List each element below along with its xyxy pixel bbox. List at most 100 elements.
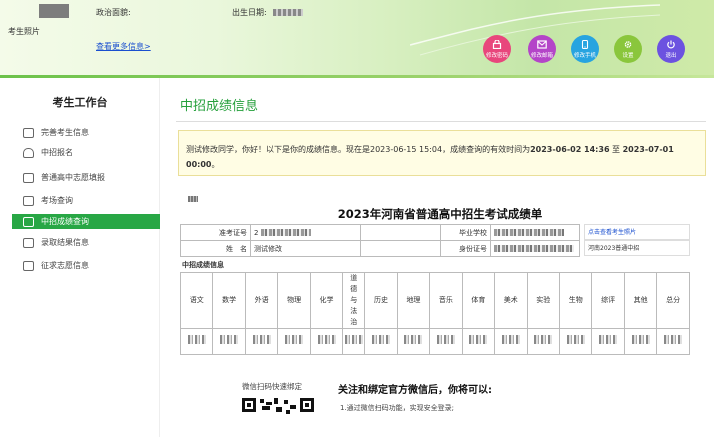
more-info-link[interactable]: 查看更多信息> <box>96 41 151 52</box>
subject-header-row: 语文 数学 外语 物理 化学 道德与法治 历史 地理 音乐 体育 美术 实验 生… <box>179 272 690 329</box>
change-phone-label: 修改手机 <box>573 52 596 59</box>
power-icon <box>667 40 675 48</box>
sidebar-item-label: 考场查询 <box>41 196 73 205</box>
building-icon <box>23 172 34 183</box>
subject-header: 其他 <box>623 272 658 329</box>
political-status-label: 政治面貌: <box>96 8 131 17</box>
score-cell <box>396 328 431 355</box>
score-cell <box>623 328 658 355</box>
birth-date: 出生日期: <box>232 7 303 18</box>
school-label: 毕业学校 <box>440 224 491 241</box>
id-card-icon <box>23 127 34 138</box>
sidebar-item-label: 完善考生信息 <box>41 128 89 137</box>
sidebar-title: 考生工作台 <box>52 96 108 109</box>
report-title: 2023年河南省普通高中招生考试成绩单 <box>337 207 543 221</box>
lock-icon <box>492 39 502 49</box>
sidebar-item-exam-room[interactable]: 考场查询 <box>0 193 160 208</box>
settings-label: 设置 <box>622 52 634 59</box>
subject-header: 历史 <box>364 272 398 329</box>
form-icon <box>23 260 34 271</box>
score-cell <box>558 328 593 355</box>
wechat-qr-code[interactable] <box>242 398 322 416</box>
subject-header: 外语 <box>244 272 279 329</box>
sidebar-item-label: 录取结果信息 <box>41 238 89 247</box>
student-info-table: 准考证号 2 毕业学校 姓 名 测试修改 身份证号 <box>180 224 580 257</box>
subject-header: 道德与法治 <box>342 272 366 329</box>
birth-date-label: 出生日期: <box>232 8 267 17</box>
document-icon <box>23 216 34 227</box>
follow-wechat-title: 关注和绑定官方微信后，你将可以: <box>338 385 492 396</box>
wechat-bind-label: 微信扫码快速绑定 <box>242 382 302 391</box>
sidebar-item-solicit[interactable]: 征求志愿信息 <box>0 258 160 273</box>
exam-number-blur <box>260 229 311 236</box>
exam-number-value: 2 <box>250 224 361 241</box>
subject-header: 美术 <box>494 272 528 329</box>
notice-box: 测试修改同学，你好！以下是你的成绩信息。现在是2023-06-15 15:04，… <box>178 130 706 176</box>
subject-header: 总分 <box>656 272 690 329</box>
notice-tail: 。 <box>211 160 220 169</box>
sidebar: 考生工作台 完善考生信息 中招报名 普通高中志愿填报 考场查询 中招成绩查询 录… <box>0 78 160 437</box>
logout-label: 退出 <box>665 52 677 59</box>
score-cell <box>277 328 311 355</box>
logout-button[interactable]: 退出 <box>657 35 685 63</box>
notice-start-time: 2023-06-02 14:36 <box>530 145 610 154</box>
id-number-label: 身份证号 <box>440 240 491 257</box>
view-photo-link[interactable]: 点击查看考生照片 <box>584 224 690 240</box>
subject-header: 物理 <box>277 272 311 329</box>
change-email-button[interactable]: 修改邮箱 <box>528 35 556 63</box>
subject-header: 综评 <box>591 272 625 329</box>
subject-header: 实验 <box>526 272 560 329</box>
henan-2023-label: 河南2023普通中招 <box>584 240 690 256</box>
exam-number-prefix: 2 <box>254 228 259 237</box>
settings-button[interactable]: 设置 <box>614 35 642 63</box>
id-number-blur <box>494 245 574 252</box>
score-cell <box>364 328 398 355</box>
change-phone-button[interactable]: 修改手机 <box>571 35 599 63</box>
score-cell <box>429 328 463 355</box>
notice-text: 测试修改同学，你好！以下是你的成绩信息。现在是2023-06-15 15:04，… <box>186 145 531 154</box>
sidebar-item-registration[interactable]: 中招报名 <box>0 145 160 160</box>
sidebar-item-volunteer[interactable]: 普通高中志愿填报 <box>0 170 160 185</box>
sidebar-item-label: 中招成绩查询 <box>41 217 89 226</box>
subject-header: 化学 <box>309 272 344 329</box>
subject-header: 语文 <box>179 272 214 329</box>
follow-benefit-item: 1.通过微信扫码功能，实现安全登录; <box>340 404 455 412</box>
grades-table: 语文 数学 外语 物理 化学 道德与法治 历史 地理 音乐 体育 美术 实验 生… <box>179 272 690 355</box>
school-value <box>490 224 580 241</box>
sidebar-item-complete-info[interactable]: 完善考生信息 <box>0 125 160 140</box>
grades-section-label: 中招成绩信息 <box>182 261 224 269</box>
title-divider <box>176 121 706 122</box>
header-bar: 考生照片 政治面貌: 查看更多信息> 出生日期: 修改密码 修改邮箱 修改手机 … <box>0 0 714 78</box>
id-number-value <box>490 240 580 257</box>
name-label: 姓 名 <box>180 240 251 257</box>
subject-header: 生物 <box>558 272 593 329</box>
subject-header: 体育 <box>461 272 496 329</box>
small-logo <box>188 196 198 202</box>
name-value: 测试修改 <box>250 240 361 257</box>
birth-date-value <box>272 9 303 16</box>
change-password-button[interactable]: 修改密码 <box>483 35 511 63</box>
sidebar-item-label: 征求志愿信息 <box>41 261 89 270</box>
subject-header: 数学 <box>212 272 246 329</box>
main-content: 中招成绩信息 测试修改同学，你好！以下是你的成绩信息。现在是2023-06-15… <box>160 78 714 437</box>
score-cell <box>656 328 690 355</box>
notice-separator: 至 <box>609 145 623 154</box>
bell-icon <box>23 147 34 158</box>
student-photo <box>39 4 69 18</box>
phone-icon <box>581 39 589 49</box>
change-password-label: 修改密码 <box>485 52 508 59</box>
change-email-label: 修改邮箱 <box>530 52 553 59</box>
school-blur <box>494 229 564 236</box>
score-cell <box>179 328 214 355</box>
sidebar-item-admission[interactable]: 录取结果信息 <box>0 235 160 250</box>
envelope-icon <box>23 237 34 248</box>
grid-icon <box>23 195 34 206</box>
score-cell <box>494 328 528 355</box>
score-cell <box>309 328 344 355</box>
score-cell <box>591 328 625 355</box>
score-cell <box>212 328 246 355</box>
score-row <box>179 328 690 355</box>
score-cell <box>461 328 496 355</box>
sidebar-item-score-query[interactable]: 中招成绩查询 <box>12 214 160 229</box>
exam-number-label: 准考证号 <box>180 224 251 241</box>
